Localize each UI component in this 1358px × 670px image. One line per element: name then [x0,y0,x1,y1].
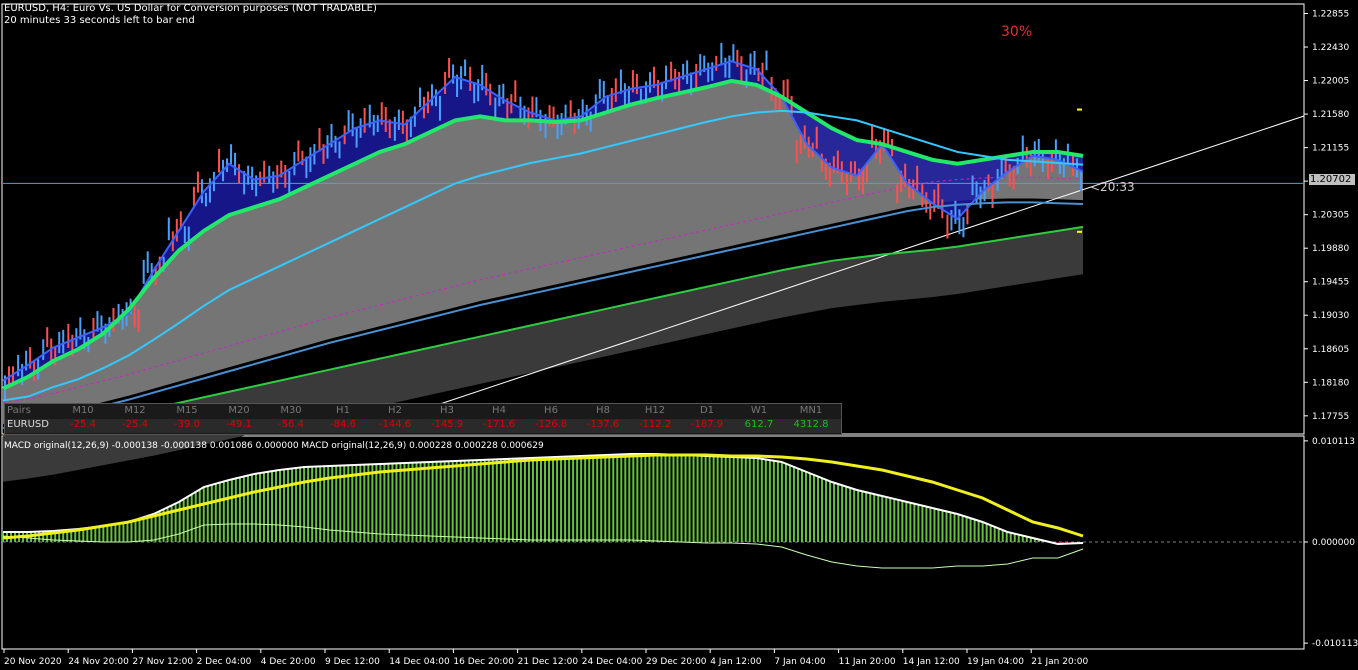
mtf-value-row: EURUSD -25.4 -25.4 -39.0 -49.1 -56.4 -84.6 -14… [5,419,841,433]
macd-signal-osc [2,523,1084,569]
mtf-col-m20: M20 [228,405,250,416]
price-tick-label: 1.21155 [1312,144,1349,154]
time-tick-label: 21 Dec 12:00 [518,657,579,667]
mtf-value-mn1: 4312.8 [793,419,829,430]
price-tick-label: 1.21580 [1312,110,1349,120]
time-tick-label: 21 Jan 20:00 [1031,657,1088,667]
mtf-col-h12: H12 [644,405,666,416]
mtf-col-h6: H6 [544,405,558,416]
mtf-col-h8: H8 [596,405,610,416]
price-tick-label: 1.19455 [1312,278,1349,288]
price-tick-label: 1.22005 [1312,77,1349,87]
signal-dot-upper [1077,108,1082,111]
signal-dot-lower [1077,230,1082,233]
mtf-value-h3: -145.9 [430,419,464,430]
time-tick-label: 24 Nov 20:00 [68,657,129,667]
macd-tick-label: 0.000000 [1312,538,1355,548]
symbol-info: EURUSD, H4: Euro Vs. US Dollar for Conve… [4,3,377,14]
macd-main-line [3,453,1084,546]
mtf-value-m12: -25.4 [122,419,148,430]
time-tick-label: 2 Dec 04:00 [197,657,252,667]
time-tick-label: 16 Dec 20:00 [453,657,514,667]
time-tick-label: 27 Nov 12:00 [132,657,193,667]
mtf-col-w1: W1 [750,405,768,416]
current-price-marker: 1.20702 [1309,174,1355,185]
mtf-col-h1: H1 [336,405,350,416]
mtf-value-w1: 612.7 [744,419,774,430]
price-tick-label: 1.19030 [1312,311,1349,321]
mtf-value-h12: -112.2 [638,419,672,430]
price-tick-label: 1.18180 [1312,378,1349,388]
price-tick-label: 1.19880 [1312,244,1349,254]
time-tick-label: 9 Dec 12:00 [325,657,380,667]
time-tick-label: 4 Jan 12:00 [710,657,762,667]
mtf-value-d1: -187.9 [690,419,724,430]
mtf-value-h2: -144.6 [378,419,412,430]
mtf-value-m30: -56.4 [278,419,304,430]
mtf-table: Pairs M10 M12 M15 M20 M30 H1 H2 H3 H4 H6 H8 H12 D1 W1… [4,403,842,435]
price-tick-label: 1.20305 [1312,211,1349,221]
macd-label: MACD original(12,26,9) -0.000138 -0.0001… [4,441,544,451]
time-tick-label: 14 Jan 12:00 [903,657,960,667]
mtf-col-m15: M15 [176,405,198,416]
time-tick-label: 4 Dec 20:00 [261,657,316,667]
mtf-symbol: EURUSD [7,419,49,430]
mtf-value-m15: -39.0 [174,419,200,430]
mtf-col-h4: H4 [492,405,506,416]
mtf-header-row: Pairs M10 M12 M15 M20 M30 H1 H2 H3 H4 H6 H8 H12 D1 W1… [5,405,841,419]
time-tick-label: 11 Jan 20:00 [839,657,896,667]
mtf-value-h8: -137.6 [586,419,620,430]
mtf-col-d1: D1 [699,405,715,416]
price-tick-label: 1.18605 [1312,345,1349,355]
mtf-value-h4: -171.6 [482,419,516,430]
mtf-col-m30: M30 [280,405,302,416]
percent-label: 30% [1001,24,1033,40]
mtf-value-h6: -126.8 [534,419,568,430]
mtf-value-m20: -49.1 [226,419,252,430]
mtf-pairs-label: Pairs [7,405,31,416]
mtf-col-m10: M10 [72,405,94,416]
time-tick-label: 24 Dec 04:00 [582,657,643,667]
mtf-value-h1: -84.6 [330,419,356,430]
macd-signal-line [2,453,1084,540]
price-tick-label: 1.22855 [1312,9,1349,19]
time-tick-label: 19 Jan 04:00 [967,657,1024,667]
bar-timer: 20 minutes 33 seconds left to bar end [4,15,195,26]
macd-tick-label: 0.010113 [1312,437,1355,447]
mtf-value-m10: -25.4 [70,419,96,430]
countdown-label: <20:33 [1090,180,1135,194]
time-tick-label: 29 Dec 20:00 [646,657,707,667]
mtf-col-h2: H2 [388,405,402,416]
mtf-col-h3: H3 [440,405,454,416]
price-tick-label: 1.17755 [1312,412,1349,422]
price-tick-label: 1.22430 [1312,43,1349,53]
macd-tick-label: -0.010113 [1312,639,1358,649]
time-tick-label: 20 Nov 2020 [4,657,62,667]
time-tick-label: 14 Dec 04:00 [389,657,450,667]
mtf-col-mn1: MN1 [799,405,823,416]
chart-canvas[interactable]: 1.22855 1.22430 1.22005 1.21580 1.21155 1.207… [0,0,1358,670]
mtf-col-m12: M12 [124,405,146,416]
time-tick-label: 7 Jan 04:00 [774,657,826,667]
